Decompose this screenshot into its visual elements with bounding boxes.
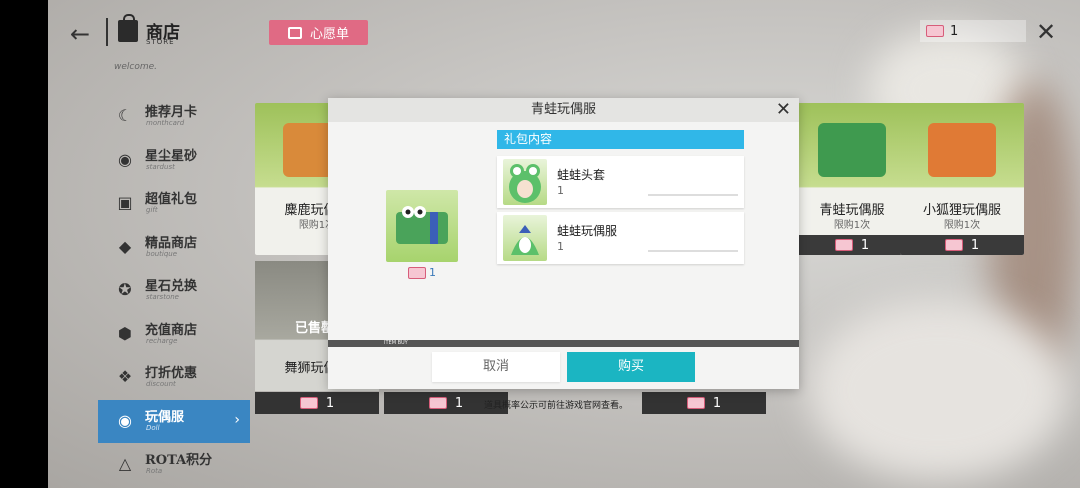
sidebar-item-label: 打折优惠	[145, 366, 198, 381]
sidebar-item-recharge[interactable]: ⬢ 充值商店 recharge	[98, 313, 250, 357]
pack-item-quantity: 1	[557, 240, 564, 253]
probability-note: 道具概率公示可前往游戏官网查看。	[484, 401, 629, 411]
back-arrow-icon[interactable]: ←	[70, 20, 90, 48]
sidebar-item-sublabel: Doll	[146, 423, 160, 432]
sidebar-item-doll[interactable]: ◉ 玩偶服 Doll ›	[98, 399, 250, 443]
sidebar-item-sublabel: boutique	[146, 249, 178, 258]
frog-box-preview	[386, 190, 458, 262]
product-price[interactable]: 1	[900, 235, 1024, 255]
sidebar-item-discount[interactable]: ❖ 打折优惠 discount	[98, 356, 250, 400]
welcome-text: welcome.	[114, 62, 158, 72]
product-price[interactable]: 1	[642, 392, 766, 414]
bag-icon: ▣	[117, 193, 133, 212]
fox-box-image	[928, 123, 996, 177]
sidebar: ☾ 推荐月卡 monthcard ◉ 星尘星砂 stardust ▣ 超值礼包 …	[98, 95, 250, 487]
frog-box-icon	[396, 206, 448, 244]
sidebar-item-label: 精品商店	[145, 235, 198, 251]
product-limit: 限购1次	[943, 220, 981, 231]
sidebar-item-label: 玩偶服	[145, 409, 185, 425]
ticket-icon	[944, 239, 963, 251]
pack-item[interactable]: 蛙蛙玩偶服 1	[497, 212, 744, 264]
ticket-icon	[408, 266, 426, 279]
product-price[interactable]: 1	[255, 392, 379, 414]
product-price[interactable]: 1	[790, 235, 914, 255]
price-value: 1	[860, 237, 870, 253]
sidebar-item-label: 超值礼包	[145, 192, 198, 207]
product-limit: 限购1次	[833, 220, 871, 231]
price-value: 1	[712, 395, 722, 411]
sidebar-item-monthcard[interactable]: ☾ 推荐月卡 monthcard	[98, 95, 250, 139]
star-circle-icon: ✪	[118, 280, 132, 299]
close-icon[interactable]: ✕	[776, 99, 791, 120]
sidebar-item-rota[interactable]: △ ROTA积分 Rota	[98, 443, 250, 487]
frog-hood-icon	[503, 159, 547, 205]
fine-print	[648, 250, 738, 252]
pack-item-name: 蛙蛙玩偶服	[557, 224, 618, 238]
dialog-title: 青蛙玩偶服	[328, 98, 799, 122]
sidebar-item-label: 星尘星砂	[145, 148, 198, 164]
cancel-button[interactable]: 取消	[432, 352, 560, 382]
close-icon[interactable]: ✕	[1036, 18, 1056, 46]
ticket-icon	[834, 239, 853, 251]
sidebar-item-sublabel: discount	[146, 380, 176, 388]
gift-icon	[287, 26, 302, 39]
buy-button[interactable]: 购买	[567, 352, 695, 382]
pack-item-name: 蛙蛙头套	[557, 168, 606, 182]
background-floor	[808, 300, 1068, 480]
sidebar-item-sublabel: starstone	[146, 293, 179, 301]
price-value: 1	[454, 395, 464, 411]
currency-value: 1	[950, 23, 959, 39]
wishlist-label: 心愿单	[309, 27, 349, 42]
preview-quantity: 1	[408, 266, 436, 279]
pack-contents-header: 礼包内容	[497, 130, 744, 149]
stardust-icon: ◉	[118, 149, 132, 169]
header-divider	[106, 18, 108, 46]
sidebar-item-sublabel: gift	[146, 206, 158, 214]
sidebar-item-label: 推荐月卡	[145, 105, 198, 120]
sidebar-item-sublabel: stardust	[146, 162, 175, 171]
sidebar-item-gift[interactable]: ▣ 超值礼包 gift	[98, 182, 250, 226]
dialog-bar: ITEM BUY	[328, 340, 799, 347]
chevron-right-icon: ›	[234, 411, 240, 428]
price-value: 1	[325, 395, 335, 411]
store-bag-icon	[118, 14, 138, 42]
sidebar-item-label: 充值商店	[145, 322, 198, 338]
store-subtitle: STORE	[146, 38, 175, 46]
hexagon-icon: ⬢	[118, 323, 132, 343]
sidebar-item-stardust[interactable]: ◉ 星尘星砂 stardust	[98, 139, 250, 183]
ticket-icon	[428, 397, 447, 409]
price-value: 1	[970, 237, 980, 253]
tag-icon: ❖	[117, 367, 133, 386]
diamond-icon: ◆	[118, 236, 132, 256]
currency-display: 1	[920, 20, 1026, 42]
sidebar-item-starstone[interactable]: ✪ 星石兑换 starstone	[98, 269, 250, 313]
wishlist-button[interactable]: 心愿单	[269, 20, 368, 45]
moon-icon: ☾	[117, 106, 133, 125]
sidebar-item-sublabel: monthcard	[146, 119, 185, 127]
ticket-icon	[926, 25, 944, 37]
purchase-dialog: 青蛙玩偶服 ✕ 1 礼包内容 蛙蛙头套 1 蛙蛙玩偶服 1 ITEM BUY 取…	[328, 98, 799, 389]
ticket-icon	[686, 397, 705, 409]
sidebar-item-sublabel: Rota	[146, 467, 163, 475]
bear-icon: ◉	[118, 410, 132, 430]
frog-suit-icon	[503, 215, 547, 261]
item-buy-label: ITEM BUY	[384, 340, 408, 346]
product-card-frog[interactable]: 青蛙玩偶服 限购1次 1	[790, 103, 914, 255]
pack-item-quantity: 1	[557, 184, 564, 197]
sidebar-item-label: ROTA积分	[145, 453, 213, 468]
triangle-icon: △	[118, 454, 132, 473]
preview-quantity-value: 1	[429, 266, 436, 279]
sidebar-item-sublabel: recharge	[146, 336, 178, 345]
product-card-fox[interactable]: 小狐狸玩偶服 限购1次 1	[900, 103, 1024, 255]
sidebar-item-label: 星石兑换	[145, 279, 198, 294]
sidebar-item-boutique[interactable]: ◆ 精品商店 boutique	[98, 226, 250, 270]
pack-item[interactable]: 蛙蛙头套 1	[497, 156, 744, 208]
frog-box-image	[818, 123, 886, 177]
ticket-icon	[299, 397, 318, 409]
fine-print	[648, 194, 738, 196]
